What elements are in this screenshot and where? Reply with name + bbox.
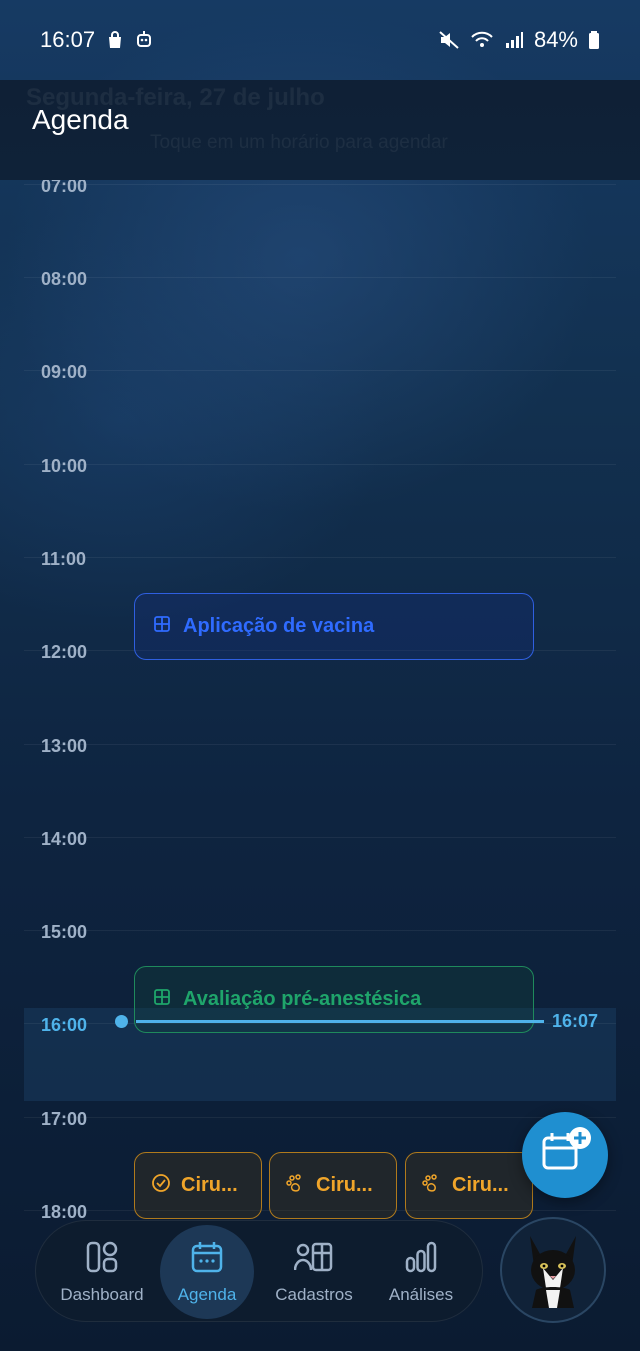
event-surgery-3[interactable]: Ciru... bbox=[405, 1152, 533, 1219]
hour-label: 07:00 bbox=[41, 180, 88, 196]
status-bar: 16:07 84% bbox=[0, 0, 640, 80]
nav-item-dashboard[interactable]: Dashboard bbox=[50, 1221, 154, 1323]
nav-label: Dashboard bbox=[60, 1284, 144, 1304]
now-indicator-line bbox=[136, 1020, 544, 1023]
wifi-icon bbox=[470, 30, 494, 50]
registry-icon bbox=[293, 1240, 334, 1279]
cat-avatar-icon bbox=[518, 1228, 588, 1313]
hour-slot-09[interactable]: 09:00 bbox=[0, 362, 640, 463]
hour-label: 10:00 bbox=[41, 456, 88, 476]
hour-slot-10[interactable]: 10:00 bbox=[0, 456, 640, 557]
app-header: Segunda-feira, 27 de julho Toque em um h… bbox=[0, 80, 640, 180]
nav-item-analises[interactable]: Análises bbox=[374, 1221, 468, 1323]
profile-avatar-button[interactable] bbox=[500, 1217, 606, 1323]
event-surgery-1[interactable]: Ciru... bbox=[134, 1152, 262, 1219]
status-time: 16:07 bbox=[40, 27, 96, 52]
hour-slot-08[interactable]: 08:00 bbox=[0, 269, 640, 370]
event-surgery-2[interactable]: Ciru... bbox=[269, 1152, 397, 1219]
hour-divider bbox=[24, 837, 616, 838]
check-circle-icon bbox=[151, 1173, 171, 1199]
battery-icon bbox=[588, 30, 600, 50]
hour-label: 16:00 bbox=[41, 1015, 88, 1035]
hour-slot-12[interactable]: 12:00 bbox=[0, 642, 640, 743]
hour-divider bbox=[24, 277, 616, 278]
hour-divider bbox=[24, 370, 616, 371]
now-time-label: 16:07 bbox=[552, 1011, 599, 1031]
hour-divider bbox=[24, 744, 616, 745]
hour-label: 14:00 bbox=[41, 829, 88, 849]
signal-icon bbox=[504, 30, 524, 50]
add-appointment-button[interactable] bbox=[522, 1112, 608, 1198]
hour-slot-13[interactable]: 13:00 bbox=[0, 736, 640, 837]
nav-item-cadastros[interactable]: Cadastros bbox=[264, 1221, 364, 1323]
bottom-navigation: Dashboard Agenda Cadastros Análises bbox=[35, 1220, 483, 1322]
hour-divider bbox=[24, 464, 616, 465]
clinic-icon bbox=[153, 615, 171, 639]
paw-icon bbox=[422, 1173, 442, 1199]
clinic-icon bbox=[153, 988, 171, 1012]
hour-slot-07[interactable]: 07:00 bbox=[0, 180, 640, 277]
hour-label: 15:00 bbox=[41, 922, 88, 942]
battery-percent: 84% bbox=[533, 27, 578, 52]
event-title: Aplicação de vacina bbox=[183, 615, 375, 637]
calendar-icon bbox=[190, 1240, 224, 1279]
event-title: Ciru... bbox=[452, 1174, 509, 1196]
hour-divider bbox=[24, 930, 616, 931]
paw-icon bbox=[286, 1173, 306, 1199]
event-title: Ciru... bbox=[316, 1174, 373, 1196]
hour-label: 11:00 bbox=[41, 549, 87, 569]
mute-icon bbox=[438, 30, 460, 50]
hour-slot-16[interactable]: 16:00 bbox=[0, 1015, 640, 1116]
hour-label: 09:00 bbox=[41, 362, 88, 382]
hour-label: 12:00 bbox=[41, 642, 88, 662]
hour-divider bbox=[24, 184, 616, 185]
analytics-icon bbox=[404, 1240, 438, 1279]
hour-label: 08:00 bbox=[41, 269, 88, 289]
nav-item-agenda[interactable]: Agenda bbox=[160, 1221, 254, 1323]
hour-label: 17:00 bbox=[41, 1109, 88, 1129]
robot-icon bbox=[135, 30, 153, 50]
calendar-add-icon bbox=[536, 1124, 594, 1187]
nav-label: Análises bbox=[388, 1284, 454, 1304]
event-vaccine[interactable]: Aplicação de vacina bbox=[134, 593, 534, 660]
schedule-hint: Toque em um horário para agendar bbox=[150, 132, 448, 153]
hour-divider bbox=[24, 557, 616, 558]
hour-slot-14[interactable]: 14:00 bbox=[0, 829, 640, 930]
now-indicator-dot bbox=[115, 1015, 128, 1028]
nav-label: Agenda bbox=[177, 1284, 237, 1304]
dashboard-icon bbox=[85, 1240, 119, 1279]
hour-divider bbox=[24, 1117, 616, 1118]
event-title: Ciru... bbox=[181, 1174, 238, 1196]
shopping-bag-icon bbox=[105, 30, 125, 50]
page-title: Agenda bbox=[32, 104, 129, 135]
nav-label: Cadastros bbox=[275, 1284, 353, 1304]
event-title: Avaliação pré-anestésica bbox=[183, 988, 422, 1010]
hour-label: 13:00 bbox=[41, 736, 88, 756]
